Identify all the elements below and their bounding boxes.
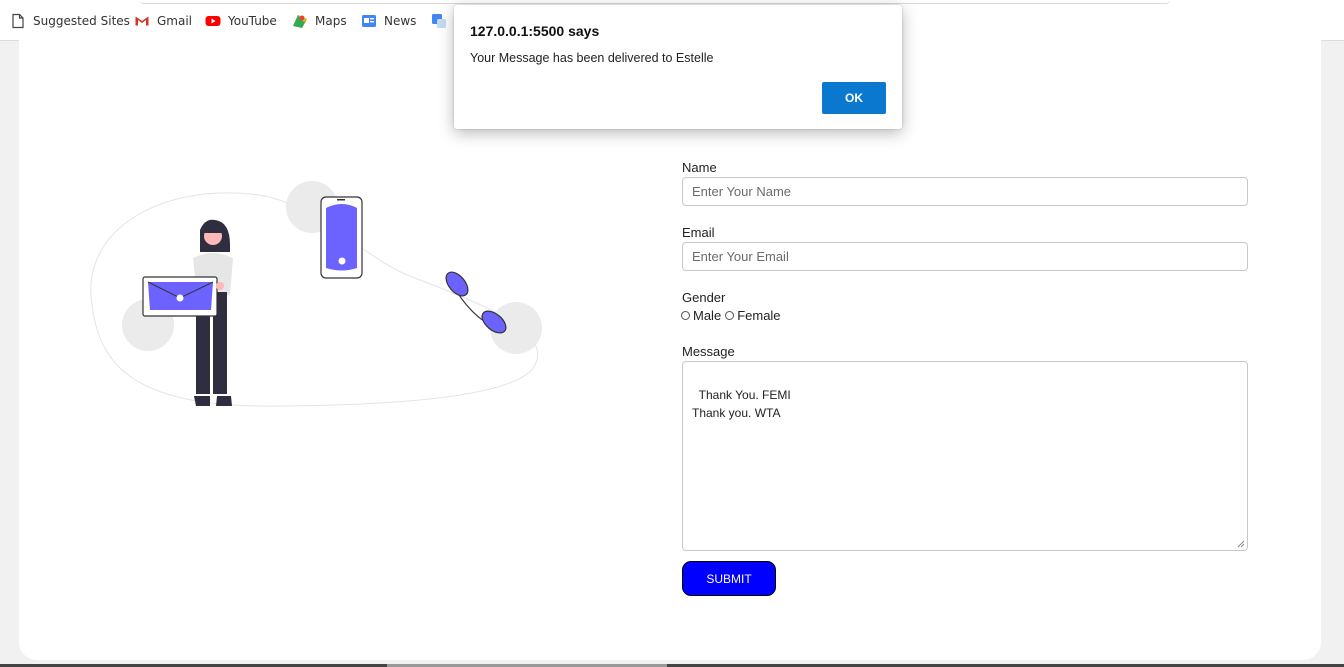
message-label: Message xyxy=(682,344,735,359)
gender-label: Gender xyxy=(682,290,726,305)
bookmark-suggested-sites[interactable]: Suggested Sites xyxy=(10,12,130,30)
bookmark-label: YouTube xyxy=(228,14,277,28)
dialog-message: Your Message has been delivered to Estel… xyxy=(470,51,714,65)
bookmark-gmail[interactable]: Gmail xyxy=(134,12,192,30)
bookmark-youtube[interactable]: YouTube xyxy=(205,12,277,30)
ok-button[interactable]: OK xyxy=(822,82,886,114)
submit-button[interactable]: SUBMIT xyxy=(682,561,776,596)
translate-icon xyxy=(431,13,447,29)
email-input[interactable] xyxy=(682,242,1248,271)
resize-handle-icon[interactable] xyxy=(1237,540,1245,548)
male-radio[interactable] xyxy=(681,311,690,320)
email-label: Email xyxy=(682,225,715,240)
gmail-icon xyxy=(134,13,150,29)
news-icon xyxy=(361,13,377,29)
dialog-title: 127.0.0.1:5500 says xyxy=(470,23,600,39)
bookmark-label: Maps xyxy=(315,14,347,28)
name-label: Name xyxy=(682,160,717,175)
alert-dialog: 127.0.0.1:5500 says Your Message has bee… xyxy=(454,5,902,129)
male-radio-label: Male xyxy=(693,308,722,323)
bookmark-label: Gmail xyxy=(157,14,193,28)
bookmark-maps[interactable]: Maps xyxy=(292,12,347,30)
name-input[interactable] xyxy=(682,177,1248,206)
bookmark-translate[interactable] xyxy=(431,12,454,30)
maps-icon xyxy=(292,13,308,29)
address-bar-edge[interactable] xyxy=(140,0,1170,4)
bookmark-news[interactable]: News xyxy=(361,12,416,30)
bookmark-label: News xyxy=(384,14,417,28)
youtube-icon xyxy=(205,13,221,29)
message-text: Thank You. FEMI Thank you. WTA xyxy=(692,388,791,420)
page-icon xyxy=(10,13,26,29)
female-radio[interactable] xyxy=(725,311,735,320)
message-textarea[interactable]: Thank You. FEMI Thank you. WTA xyxy=(682,361,1248,551)
female-radio-label: Female xyxy=(737,308,781,323)
contact-illustration xyxy=(90,181,542,407)
gender-radio-group: Male Female xyxy=(681,308,781,323)
bookmark-label: Suggested Sites xyxy=(33,14,130,28)
